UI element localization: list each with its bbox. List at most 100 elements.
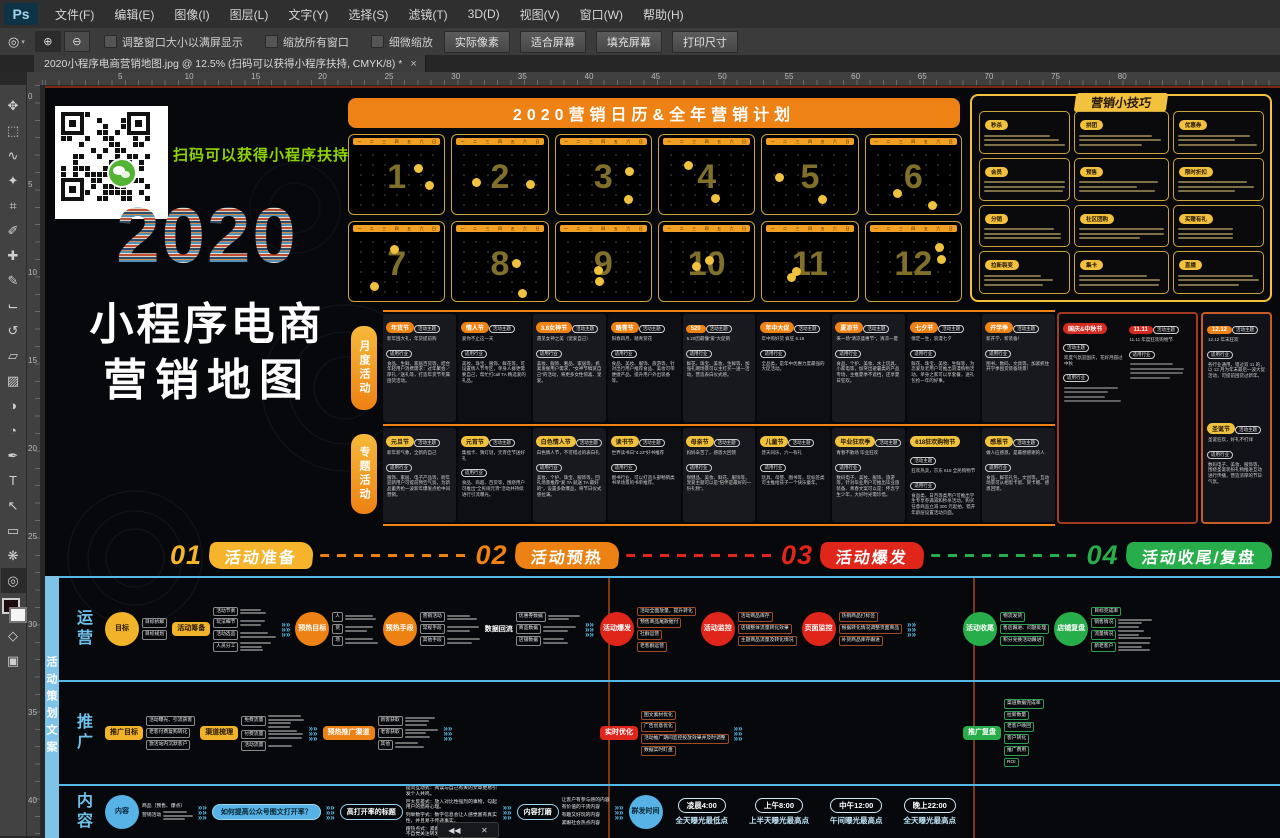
theme-text: 新年囤大礼，年货提前购 xyxy=(387,336,453,342)
tab-close-icon[interactable]: × xyxy=(410,58,416,70)
mindmap-item: ROI xyxy=(1004,758,1019,768)
menu-item-9[interactable]: 窗口(W) xyxy=(571,2,632,27)
menu-item-3[interactable]: 图层(L) xyxy=(221,2,278,27)
industry-tag: 适用行业 xyxy=(1063,374,1089,382)
zoom-in-button[interactable]: ⊕ xyxy=(35,31,61,52)
hand-tool[interactable]: ❋ xyxy=(1,543,26,568)
industry-tag: 适用行业 xyxy=(760,350,786,358)
move-tool[interactable]: ✥ xyxy=(1,93,26,118)
activity-card: 读书节活动主题世界读书日"4.23"好书推荐适用行业图书行业，可以打造头部畅销类… xyxy=(608,428,681,522)
checkbox-icon[interactable] xyxy=(265,35,278,48)
node-活动监控: 活动监控 xyxy=(701,612,735,646)
type-tool[interactable]: T xyxy=(1,468,26,493)
close-button[interactable]: ✕ xyxy=(481,826,488,835)
theme-tag: 活动主题 xyxy=(1013,439,1039,447)
calendar-month-number: 8 xyxy=(452,234,547,294)
checkbox-label: 缩放所有窗口 xyxy=(283,34,349,50)
option-checkbox-0[interactable]: 调整窗口大小以满屏显示 xyxy=(104,34,243,50)
history-brush-tool[interactable]: ↺ xyxy=(1,318,26,343)
activity-label: 3.8女神节 xyxy=(536,322,572,333)
menu-item-4[interactable]: 文字(Y) xyxy=(279,2,337,27)
option-button-2[interactable]: 填充屏幕 xyxy=(596,31,662,53)
blur-tool[interactable]: ◑ xyxy=(1,393,26,418)
calendar-weekday-header: 一二三四五六日 xyxy=(663,138,750,145)
healing-brush-tool[interactable]: ✚ xyxy=(1,243,26,268)
tip-card-0: 秒杀 xyxy=(979,111,1070,154)
flow-arrows: »»»»»» xyxy=(585,622,594,637)
menu-item-5[interactable]: 选择(S) xyxy=(339,2,397,27)
option-checkbox-1[interactable]: 缩放所有窗口 xyxy=(265,34,349,50)
color-swatches[interactable] xyxy=(1,597,26,623)
phase-dashes xyxy=(320,554,468,557)
zoom-tool[interactable]: ◎ xyxy=(1,568,26,593)
checkbox-icon[interactable] xyxy=(104,35,117,48)
menu-item-0[interactable]: 文件(F) xyxy=(46,2,103,27)
option-checkbox-2[interactable]: 细微缩放 xyxy=(371,34,433,50)
theme-tag: 活动主题 xyxy=(788,439,814,447)
option-button-0[interactable]: 实际像素 xyxy=(444,31,510,53)
industry-tag: 适用行业 xyxy=(835,350,861,358)
gradient-tool[interactable]: ▨ xyxy=(1,368,26,393)
eraser-tool[interactable]: ▱ xyxy=(1,343,26,368)
tip-label: 秒杀 xyxy=(985,120,1008,130)
phase-zone: 推广目标活动曝光、引流获客老客付费复购转化激活站内沉默客户渠道梳理免费流量付费流… xyxy=(105,715,600,751)
industry-tag: 适用行业 xyxy=(461,469,487,477)
industry-text: 服饰、家居、电子产品等，跨年迎新用户可提前预告气氛，为新品蓄势抢一波新年爆发点抢… xyxy=(387,475,453,498)
phase-number-04: 04 xyxy=(1087,540,1119,571)
magic-wand-tool[interactable]: ✦ xyxy=(1,168,26,193)
mindmap-item: 主题商品流量及转化情况 xyxy=(738,636,797,646)
event-dot xyxy=(472,178,481,187)
theme-tag: 活动主题 xyxy=(910,457,936,465)
zoom-out-button[interactable]: ⊖ xyxy=(64,31,90,52)
calendar-month-number: 6 xyxy=(866,147,961,207)
tip-card-2: 优惠券 xyxy=(1173,111,1264,154)
brush-tool[interactable]: ✎ xyxy=(1,268,26,293)
rewind-button[interactable]: ◀◀ xyxy=(448,826,460,835)
phase-dashes xyxy=(626,554,774,557)
option-button-1[interactable]: 适合屏幕 xyxy=(520,31,586,53)
menu-item-2[interactable]: 图像(I) xyxy=(165,2,218,27)
clone-stamp-tool[interactable]: ⌙ xyxy=(1,293,26,318)
mindmap-item: 渠道数据完成率 xyxy=(1004,699,1044,709)
calendar-month-1: 一二三四五六日1 xyxy=(348,134,445,215)
phase-zone: 推广复盘渠道数据完成率拉新数量老客户唤回客户转化推广费用ROI xyxy=(963,699,1263,768)
scan-hint-text: 扫码可以获得小程序扶持 xyxy=(173,144,349,165)
pen-tool[interactable]: ✒ xyxy=(1,443,26,468)
marquee-tool[interactable]: ⬚ xyxy=(1,118,26,143)
vruler-number: 0 xyxy=(28,93,38,101)
mindmap-group: 目标目标拆解目标规划 xyxy=(105,612,167,646)
mindmap-group: 活动监控活动商品库存店铺整体流量转化效果主题商品流量及转化情况 xyxy=(701,612,797,646)
calendar-month-2: 一二三四五六日2 xyxy=(451,134,548,215)
theme-tag: 活动主题 xyxy=(639,325,665,333)
zoom-tool-icon[interactable]: ◎▾ xyxy=(8,34,25,50)
phase-zone: 活动爆发活动全面放量，提升转化预售商品尾款催付社群运营老客群运营活动监控活动商品… xyxy=(600,607,963,652)
crop-tool[interactable]: ⌗ xyxy=(1,193,26,218)
activity-label: 儿童节 xyxy=(760,436,788,447)
dodge-tool[interactable]: ◔ xyxy=(1,418,26,443)
flow-arrows: »»»»»» xyxy=(734,726,743,741)
menu-item-7[interactable]: 3D(D) xyxy=(459,3,509,25)
eyedropper-tool[interactable]: ✐ xyxy=(1,218,26,243)
mindmap-item: 销售情况 xyxy=(1091,618,1116,628)
path-select-tool[interactable]: ↖ xyxy=(1,493,26,518)
mindmap-item: 玩法细节 xyxy=(213,618,238,628)
menu-item-8[interactable]: 视图(V) xyxy=(511,2,569,27)
theme-tag: 活动主题 xyxy=(576,439,602,447)
document-tab[interactable]: 2020小程序电商营销地图.jpg @ 12.5% (扫码可以获得小程序扶持, … xyxy=(34,55,426,72)
flow-arrows: »»»»»» xyxy=(309,726,318,741)
background-color[interactable] xyxy=(9,607,27,623)
activity-label: 12.12 xyxy=(1207,326,1232,334)
quick-mask-icon[interactable]: ◇ xyxy=(1,623,26,648)
tip-card-5: 限时折扣 xyxy=(1173,158,1264,201)
shape-tool[interactable]: ▭ xyxy=(1,518,26,543)
screen-mode-icon[interactable]: ▣ xyxy=(1,648,26,673)
lasso-tool[interactable]: ∿ xyxy=(1,143,26,168)
menu-item-1[interactable]: 编辑(E) xyxy=(105,2,163,27)
option-button-3[interactable]: 打印尺寸 xyxy=(672,31,738,53)
mindmap-item: 商品数据 xyxy=(516,624,541,634)
theme-tag: 活动主题 xyxy=(706,325,732,333)
menu-item-6[interactable]: 滤镜(T) xyxy=(399,2,456,27)
phase-band: 01活动准备02活动预热03活动爆发04活动收尾/复盘 xyxy=(170,539,1272,571)
menu-item-10[interactable]: 帮助(H) xyxy=(634,2,693,27)
checkbox-icon[interactable] xyxy=(371,35,384,48)
